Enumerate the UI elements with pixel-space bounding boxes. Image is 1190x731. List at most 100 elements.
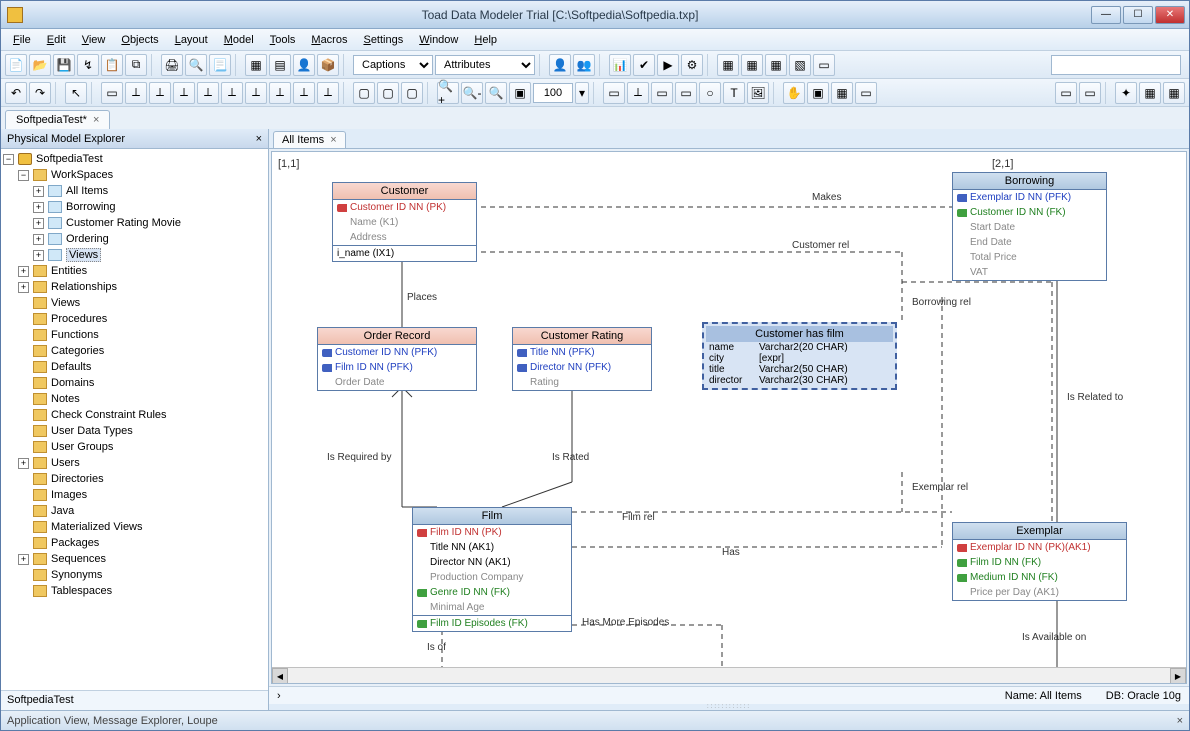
grid3-icon[interactable]: ▦ (765, 54, 787, 76)
tree-node[interactable]: +Borrowing (3, 199, 266, 215)
view2-icon[interactable]: ▭ (1079, 82, 1101, 104)
gear-icon[interactable]: ⚙ (681, 54, 703, 76)
tree-node[interactable]: User Data Types (3, 423, 266, 439)
shape1-icon[interactable]: ▭ (603, 82, 625, 104)
report-icon[interactable]: 📊 (609, 54, 631, 76)
tree-node[interactable]: Synonyms (3, 567, 266, 583)
tool3-icon[interactable]: ▦ (1163, 82, 1185, 104)
entity-order-record[interactable]: Order Record Customer ID NN (PFK)Film ID… (317, 327, 477, 391)
rel5-icon[interactable]: ⟂ (221, 82, 243, 104)
rel8-icon[interactable]: ⟂ (293, 82, 315, 104)
workspace-tab[interactable]: All Items × (273, 131, 346, 148)
tree-node[interactable]: Views (3, 295, 266, 311)
menu-tools[interactable]: Tools (262, 32, 304, 48)
region-icon[interactable]: ▦ (831, 82, 853, 104)
rel3-icon[interactable]: ⟂ (173, 82, 195, 104)
explorer-tree[interactable]: −SoftpediaTest−WorkSpaces+All Items+Borr… (1, 149, 268, 690)
box-icon[interactable]: 📦 (317, 54, 339, 76)
rel2-icon[interactable]: ⟂ (149, 82, 171, 104)
sync-icon[interactable]: ↯ (77, 54, 99, 76)
shape2-icon[interactable]: ⟂ (627, 82, 649, 104)
group3-icon[interactable]: ▢ (401, 82, 423, 104)
grid4-icon[interactable]: ▧ (789, 54, 811, 76)
zoomin-icon[interactable]: 🔍+ (437, 82, 459, 104)
redo-icon[interactable]: ↷ (29, 82, 51, 104)
tree-node[interactable]: +Relationships (3, 279, 266, 295)
new-icon[interactable]: 📄 (5, 54, 27, 76)
shape5-icon[interactable]: ○ (699, 82, 721, 104)
text-icon[interactable]: T (723, 82, 745, 104)
group2-icon[interactable]: ▢ (377, 82, 399, 104)
menu-layout[interactable]: Layout (167, 32, 216, 48)
stack-icon[interactable]: ⧉ (125, 54, 147, 76)
user1-icon[interactable]: 👤 (549, 54, 571, 76)
tree-node[interactable]: Notes (3, 391, 266, 407)
doc-icon[interactable]: 📃 (209, 54, 231, 76)
tree-node[interactable]: +Views (3, 247, 266, 263)
image-icon[interactable]: 🖼 (747, 82, 769, 104)
layout2-icon[interactable]: ▤ (269, 54, 291, 76)
zoom-spinner[interactable]: ▾ (575, 82, 589, 104)
close-button[interactable]: ✕ (1155, 6, 1185, 24)
entity-borrowing[interactable]: Borrowing Exemplar ID NN (PFK)Customer I… (952, 172, 1107, 281)
view1-icon[interactable]: ▭ (1055, 82, 1077, 104)
rel6-icon[interactable]: ⟂ (245, 82, 267, 104)
titlebar[interactable]: Toad Data Modeler Trial [C:\Softpedia\So… (1, 1, 1189, 29)
check-icon[interactable]: ✔ (633, 54, 655, 76)
layout1-icon[interactable]: ▦ (245, 54, 267, 76)
tree-node[interactable]: +Entities (3, 263, 266, 279)
entity-customer[interactable]: Customer Customer ID NN (PK)Name (K1)Add… (332, 182, 477, 262)
open-icon[interactable]: 📂 (29, 54, 51, 76)
tree-node[interactable]: Defaults (3, 359, 266, 375)
menu-file[interactable]: File (5, 32, 39, 48)
rel1-icon[interactable]: ⟂ (125, 82, 147, 104)
tree-node[interactable]: +Users (3, 455, 266, 471)
entity-exemplar[interactable]: Exemplar Exemplar ID NN (PK)(AK1)Film ID… (952, 522, 1127, 601)
undo-icon[interactable]: ↶ (5, 82, 27, 104)
doc-tab-close-icon[interactable]: × (93, 114, 99, 126)
shape4-icon[interactable]: ▭ (675, 82, 697, 104)
search-input[interactable] (1051, 55, 1181, 75)
tree-node[interactable]: +Ordering (3, 231, 266, 247)
run-icon[interactable]: ▶ (657, 54, 679, 76)
menu-settings[interactable]: Settings (355, 32, 411, 48)
menu-help[interactable]: Help (466, 32, 505, 48)
pointer-icon[interactable]: ↖ (65, 82, 87, 104)
tree-node[interactable]: +All Items (3, 183, 266, 199)
print-icon[interactable]: 🖨 (161, 54, 183, 76)
copy-icon[interactable]: 📋 (101, 54, 123, 76)
rel7-icon[interactable]: ⟂ (269, 82, 291, 104)
entity-film[interactable]: Film Film ID NN (PK)Title NN (AK1)Direct… (412, 507, 572, 632)
statusbar-close-icon[interactable]: × (1177, 715, 1183, 727)
tree-node[interactable]: +Sequences (3, 551, 266, 567)
scroll-right-icon[interactable]: ▶ (1170, 668, 1186, 684)
tree-node[interactable]: Domains (3, 375, 266, 391)
tree-node[interactable]: Java (3, 503, 266, 519)
menu-model[interactable]: Model (216, 32, 262, 48)
h-scrollbar[interactable]: ◀ ▶ (272, 667, 1186, 683)
menu-objects[interactable]: Objects (113, 32, 166, 48)
tool1-icon[interactable]: ✦ (1115, 82, 1137, 104)
rel4-icon[interactable]: ⟂ (197, 82, 219, 104)
preview-icon[interactable]: 🔍 (185, 54, 207, 76)
tree-node[interactable]: Tablespaces (3, 583, 266, 599)
diagram-canvas[interactable]: [1,1] [2,1] Customer Customer ID NN (PK)… (271, 151, 1187, 684)
menu-view[interactable]: View (74, 32, 114, 48)
user2-icon[interactable]: 👥 (573, 54, 595, 76)
view-customer-has-film[interactable]: Customer has film nameVarchar2(20 CHAR)c… (702, 322, 897, 390)
layout3-icon[interactable]: 👤 (293, 54, 315, 76)
captions-select[interactable]: Captions (353, 55, 433, 75)
select-icon[interactable]: ▣ (807, 82, 829, 104)
attributes-select[interactable]: Attributes (435, 55, 535, 75)
explorer-header[interactable]: Physical Model Explorer × (1, 129, 268, 149)
tree-node[interactable]: Check Constraint Rules (3, 407, 266, 423)
tree-node[interactable]: Procedures (3, 311, 266, 327)
zoom-input[interactable] (533, 83, 573, 103)
misc-icon[interactable]: ▭ (855, 82, 877, 104)
hand-icon[interactable]: ✋ (783, 82, 805, 104)
menu-edit[interactable]: Edit (39, 32, 74, 48)
entity-icon[interactable]: ▭ (101, 82, 123, 104)
save-icon[interactable]: 💾 (53, 54, 75, 76)
tree-node[interactable]: User Groups (3, 439, 266, 455)
workspace-tab-close-icon[interactable]: × (330, 134, 336, 146)
